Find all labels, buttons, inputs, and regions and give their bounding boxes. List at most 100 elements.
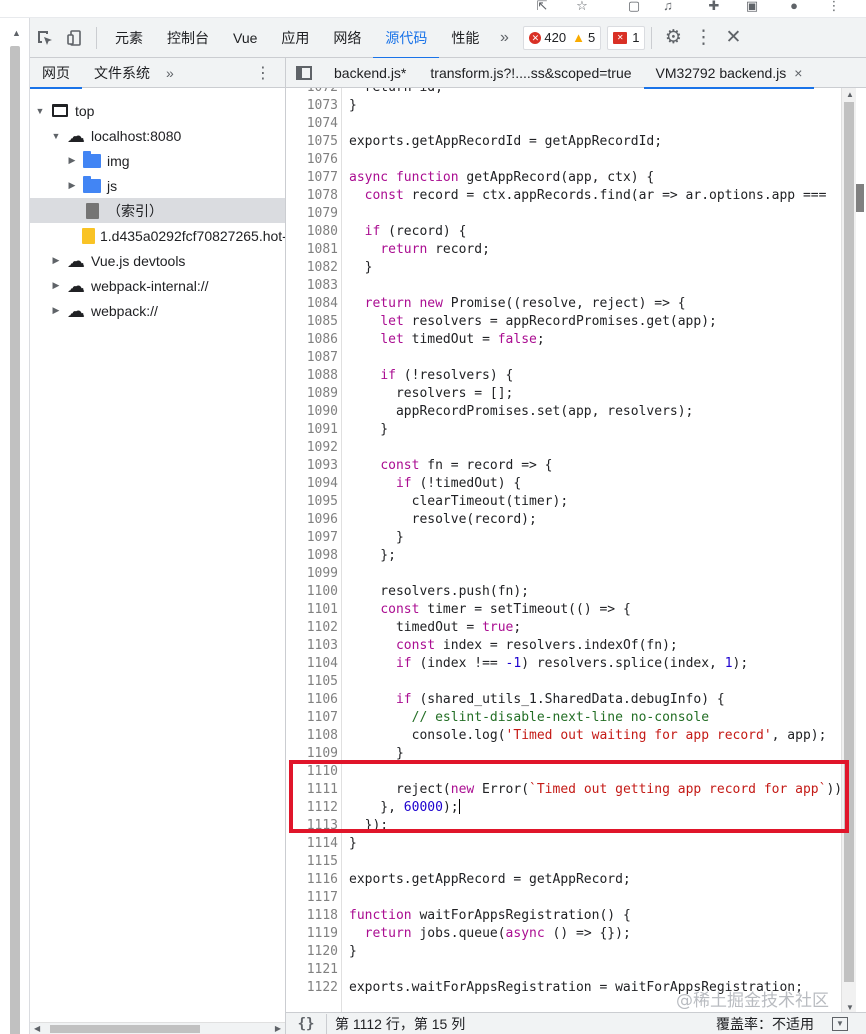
window-icon[interactable]: ▣ (744, 0, 760, 12)
expand-arrow-right-icon[interactable]: ▶ (50, 280, 62, 291)
media-icon[interactable]: ♫ (660, 0, 676, 12)
share-icon[interactable]: ⇱ (534, 0, 550, 12)
scroll-up-arrow-icon[interactable]: ▲ (846, 90, 854, 99)
line-number[interactable]: 1083 (286, 277, 338, 295)
line-number[interactable]: 1103 (286, 637, 338, 655)
line-number[interactable]: 1116 (286, 871, 338, 889)
line-number[interactable]: 1097 (286, 529, 338, 547)
scroll-right-arrow-icon[interactable]: ▶ (275, 1023, 281, 1034)
tab-network[interactable]: 网络 (321, 18, 373, 58)
line-number[interactable]: 1113 (286, 817, 338, 835)
extension-icon[interactable]: ▢ (626, 0, 642, 12)
tree-item-hot-update[interactable]: 1.d435a0292fcf70827265.hot-update.json (30, 223, 285, 248)
more-tabs-chevron-icon[interactable]: » (491, 18, 517, 58)
tab-elements[interactable]: 元素 (103, 18, 155, 58)
line-number[interactable]: 1100 (286, 583, 338, 601)
line-number[interactable]: 1107 (286, 709, 338, 727)
line-number[interactable]: 1073 (286, 97, 338, 115)
toggle-navigator-icon[interactable] (286, 58, 322, 88)
line-number-gutter[interactable]: 1072 10731074107510761077107810791080108… (286, 88, 342, 1016)
line-number[interactable]: 1104 (286, 655, 338, 673)
tab-sources[interactable]: 源代码 (373, 18, 440, 59)
page-scrollbar-thumb[interactable] (10, 46, 20, 1034)
browser-menu-icon[interactable]: ⋮ (826, 0, 842, 12)
line-number[interactable]: 1114 (286, 835, 338, 853)
line-number[interactable]: 1112 (286, 799, 338, 817)
line-number[interactable]: 1099 (286, 565, 338, 583)
line-number[interactable]: 1085 (286, 313, 338, 331)
line-number[interactable]: 1115 (286, 853, 338, 871)
expand-arrow-right-icon[interactable]: ▶ (50, 255, 62, 266)
expand-arrow-right-icon[interactable]: ▶ (66, 180, 78, 191)
customize-kebab-icon[interactable]: ⋮ (688, 18, 718, 58)
editor-tab-transform[interactable]: transform.js?!....ss&scoped=true (418, 58, 643, 88)
line-number[interactable]: 1094 (286, 475, 338, 493)
tree-item-img[interactable]: ▶ img (30, 148, 285, 173)
inspect-element-icon[interactable] (30, 18, 60, 58)
line-number[interactable]: 1081 (286, 241, 338, 259)
line-number[interactable]: 1091 (286, 421, 338, 439)
expand-arrow-down-icon[interactable]: ▼ (50, 131, 62, 141)
profile-avatar-icon[interactable]: ● (786, 0, 802, 12)
line-number[interactable]: 1079 (286, 205, 338, 223)
navigator-more-chevron-icon[interactable]: » (162, 65, 178, 81)
line-number[interactable]: 1092 (286, 439, 338, 457)
line-number[interactable]: 1078 (286, 187, 338, 205)
navigator-tab-filesystem[interactable]: 文件系统 (82, 58, 162, 88)
navigator-kebab-icon[interactable]: ⋮ (255, 63, 271, 83)
tab-performance[interactable]: 性能 (439, 18, 491, 58)
puzzle-icon[interactable]: ✚ (706, 0, 722, 12)
line-number[interactable]: 1093 (286, 457, 338, 475)
navigator-scrollbar-thumb[interactable] (50, 1025, 200, 1033)
line-number[interactable]: 1109 (286, 745, 338, 763)
navigator-horizontal-scrollbar[interactable]: ◀ ▶ (30, 1022, 285, 1034)
line-number[interactable]: 1096 (286, 511, 338, 529)
navigator-tab-page[interactable]: 网页 (30, 58, 82, 89)
scroll-up-arrow-icon[interactable]: ▲ (12, 28, 21, 38)
line-number[interactable]: 1106 (286, 691, 338, 709)
editor-vscroll-thumb[interactable] (844, 102, 854, 982)
tree-item-webpack[interactable]: ▶ ☁ webpack:// (30, 298, 285, 323)
device-toolbar-icon[interactable] (60, 18, 90, 58)
line-number[interactable]: 1074 (286, 115, 338, 133)
line-number[interactable]: 1087 (286, 349, 338, 367)
page-scrollbar[interactable]: ▲ (0, 18, 30, 1034)
line-number[interactable]: 1089 (286, 385, 338, 403)
line-number[interactable]: 1119 (286, 925, 338, 943)
line-number[interactable]: 1086 (286, 331, 338, 349)
line-number[interactable]: 1095 (286, 493, 338, 511)
editor-vertical-scrollbar[interactable]: ▲ ▼ (841, 88, 856, 1016)
line-number[interactable]: 1088 (286, 367, 338, 385)
tree-item-js[interactable]: ▶ js (30, 173, 285, 198)
tree-item-webpack-internal[interactable]: ▶ ☁ webpack-internal:// (30, 273, 285, 298)
tab-vue[interactable]: Vue (221, 18, 269, 58)
line-number[interactable]: 1108 (286, 727, 338, 745)
line-number[interactable]: 1118 (286, 907, 338, 925)
line-number[interactable]: 1120 (286, 943, 338, 961)
tab-application[interactable]: 应用 (269, 18, 321, 58)
line-number[interactable]: 1122 (286, 979, 338, 997)
tree-item-localhost[interactable]: ▼ ☁ localhost:8080 (30, 123, 285, 148)
pretty-print-button[interactable]: {} (286, 1016, 326, 1032)
line-number[interactable]: 1121 (286, 961, 338, 979)
line-number[interactable]: 1105 (286, 673, 338, 691)
issues-badge[interactable]: ✕ 1 (607, 25, 646, 50)
editor-tab-vm-backend[interactable]: VM32792 backend.js × (643, 58, 815, 89)
scroll-down-arrow-icon[interactable]: ▼ (846, 1003, 854, 1012)
console-errors-warnings-badge[interactable]: ✕ 420 ▲ 5 (523, 25, 602, 50)
line-number[interactable]: 1075 (286, 133, 338, 151)
expand-arrow-right-icon[interactable]: ▶ (66, 155, 78, 166)
line-number[interactable]: 1110 (286, 763, 338, 781)
settings-gear-icon[interactable]: ⚙ (658, 18, 688, 58)
line-number[interactable]: 1084 (286, 295, 338, 313)
line-number[interactable]: 1111 (286, 781, 338, 799)
line-number[interactable]: 1117 (286, 889, 338, 907)
scroll-left-arrow-icon[interactable]: ◀ (34, 1023, 40, 1034)
tree-item-vue-devtools[interactable]: ▶ ☁ Vue.js devtools (30, 248, 285, 273)
line-number[interactable]: 1098 (286, 547, 338, 565)
line-number[interactable]: 1082 (286, 259, 338, 277)
drawer-toggle-icon[interactable]: ▼ (832, 1016, 848, 1031)
line-number[interactable]: 1101 (286, 601, 338, 619)
line-number[interactable]: 1102 (286, 619, 338, 637)
close-devtools-icon[interactable]: ✕ (718, 18, 748, 58)
